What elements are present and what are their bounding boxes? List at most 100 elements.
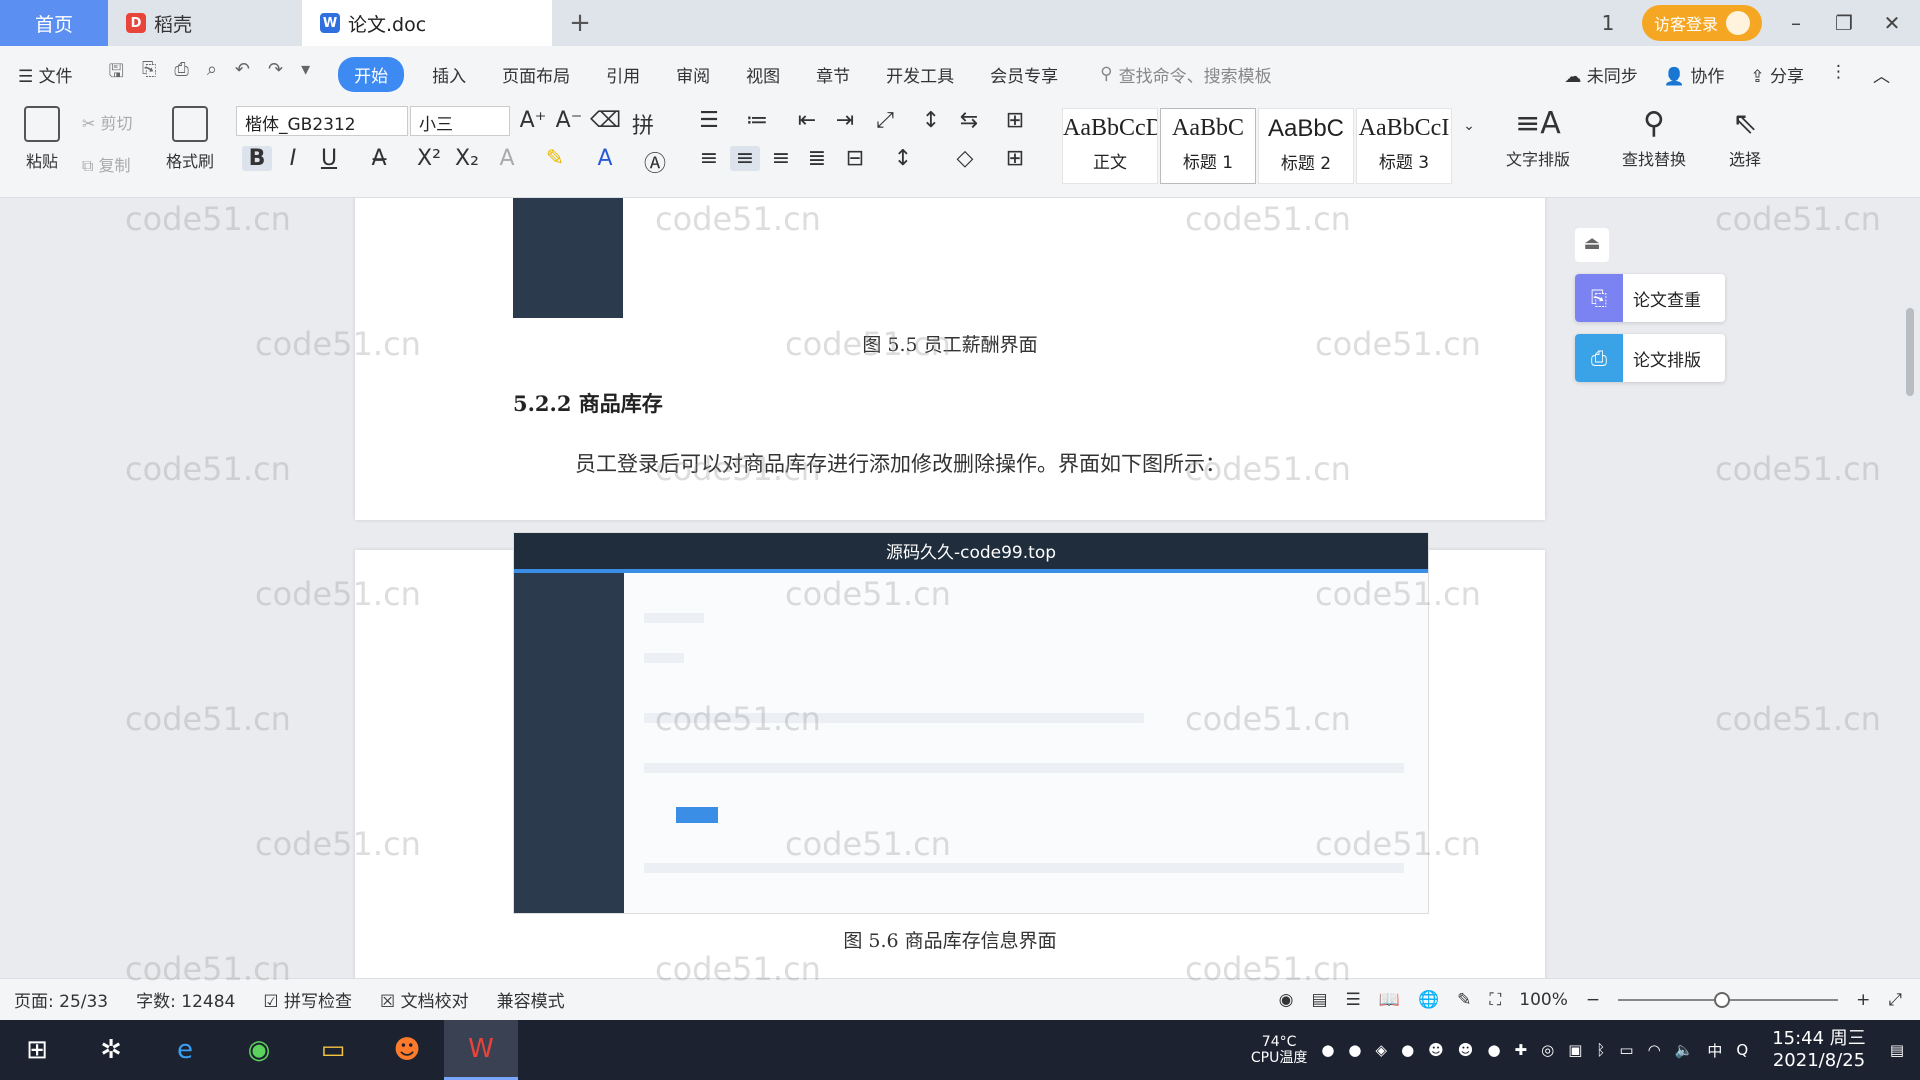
- clock[interactable]: 15:44 周三 2021/8/25: [1762, 1028, 1876, 1072]
- tab-stops-icon[interactable]: ⊞: [1000, 108, 1030, 133]
- more-icon[interactable]: ⋮: [1830, 62, 1847, 87]
- align-center-icon[interactable]: ≡: [730, 146, 760, 171]
- tray-app-icon[interactable]: ●: [1487, 1041, 1500, 1059]
- clear-format-icon[interactable]: ⌫: [590, 108, 621, 133]
- export-icon[interactable]: ⎘: [142, 59, 156, 89]
- scrollbar-thumb[interactable]: [1906, 308, 1914, 396]
- tab-start[interactable]: 开始: [338, 56, 405, 92]
- document-page[interactable]: 源码久久-code99.top 图 5.6 商品库存信息界面: [355, 532, 1545, 978]
- fit-page-icon[interactable]: ⛶: [1489, 990, 1501, 1010]
- file-explorer-icon[interactable]: ▭: [296, 1020, 370, 1080]
- tab-daoke[interactable]: D 稻壳: [108, 0, 302, 46]
- tray-app-icon[interactable]: ◎: [1541, 1041, 1554, 1059]
- thesis-layout-button[interactable]: ⎙ 论文排版: [1575, 334, 1725, 382]
- shading-icon[interactable]: ◇: [950, 146, 980, 171]
- zoom-out-icon[interactable]: −: [1586, 990, 1600, 1010]
- strikethrough-icon[interactable]: A̶: [364, 146, 394, 171]
- visitor-login-button[interactable]: 访客登录: [1641, 5, 1762, 41]
- file-menu[interactable]: ☰ 文件: [0, 62, 91, 87]
- spell-check-button[interactable]: ☑ 拼写检查: [249, 987, 366, 1012]
- tab-review[interactable]: 审阅: [658, 62, 728, 87]
- close-icon[interactable]: ✕: [1878, 11, 1906, 35]
- tray-app-icon[interactable]: ✚: [1515, 1041, 1528, 1059]
- tab-chapter[interactable]: 章节: [798, 62, 868, 87]
- borders-icon[interactable]: ⊞: [1000, 146, 1030, 171]
- tray-app-icon[interactable]: ●: [1401, 1041, 1414, 1059]
- distribute-icon[interactable]: ⊟: [840, 146, 870, 171]
- doc-proof-button[interactable]: ☒ 文档校对: [366, 987, 483, 1012]
- format-painter-button[interactable]: 格式刷: [158, 106, 222, 172]
- battery-icon[interactable]: ▭: [1619, 1041, 1633, 1059]
- tab-home[interactable]: 首页: [0, 0, 108, 46]
- underline-icon[interactable]: U: [314, 146, 344, 171]
- justify-icon[interactable]: ≣: [802, 146, 832, 171]
- collaborate-button[interactable]: 👤 协作: [1664, 62, 1725, 87]
- redo-icon[interactable]: ↷: [268, 59, 283, 89]
- phonetic-icon[interactable]: 拼: [628, 108, 658, 140]
- font-name-select[interactable]: 楷体_GB2312: [236, 106, 408, 136]
- vertical-scrollbar[interactable]: [1904, 198, 1916, 978]
- line-spacing-icon[interactable]: ↕: [888, 146, 918, 171]
- web-view-icon[interactable]: 🌐: [1418, 990, 1439, 1010]
- numbered-list-icon[interactable]: ≔: [742, 108, 772, 133]
- style-normal[interactable]: AaBbCcDc 正文: [1062, 108, 1158, 184]
- app-face-icon[interactable]: ☻: [370, 1020, 444, 1080]
- undo-icon[interactable]: ↶: [235, 59, 250, 89]
- zoom-slider[interactable]: [1618, 991, 1839, 1008]
- text-direction-icon[interactable]: ⤢: [870, 108, 900, 133]
- shrink-font-icon[interactable]: A⁻: [554, 108, 584, 133]
- highlight-icon[interactable]: ✎: [540, 146, 570, 171]
- bluetooth-icon[interactable]: ᛒ: [1596, 1041, 1605, 1059]
- minimize-icon[interactable]: –: [1782, 11, 1810, 35]
- tab-insert[interactable]: 插入: [414, 62, 484, 87]
- paste-button[interactable]: 粘贴: [12, 106, 72, 172]
- sync-status[interactable]: ☁ 未同步: [1564, 62, 1637, 87]
- browser-360-icon[interactable]: ◉: [222, 1020, 296, 1080]
- copy-button[interactable]: ⧉ 复制: [82, 152, 131, 176]
- font-size-select[interactable]: 小三: [410, 106, 510, 136]
- new-tab-button[interactable]: +: [560, 8, 600, 38]
- ime-indicator[interactable]: 中: [1707, 1040, 1722, 1061]
- increase-indent-icon[interactable]: ⇥: [830, 108, 860, 133]
- grow-font-icon[interactable]: A⁺: [518, 108, 548, 133]
- cpu-temp-widget[interactable]: 74°C CPU温度: [1251, 1034, 1307, 1066]
- zoom-slider-knob[interactable]: [1714, 991, 1731, 1008]
- zoom-level[interactable]: 100%: [1519, 990, 1568, 1010]
- word-count[interactable]: 字数: 12484: [122, 987, 249, 1012]
- wps-writer-icon[interactable]: W: [444, 1020, 518, 1080]
- reading-view-icon[interactable]: 📖: [1379, 990, 1400, 1010]
- select-button[interactable]: ⇖ 选择: [1710, 106, 1780, 170]
- fullscreen-icon[interactable]: ⤢: [1888, 990, 1902, 1010]
- document-page[interactable]: 图 5.5 员工薪酬界面 5.2.2 商品库存 员工登录后可以对商品库存进行添加…: [355, 198, 1545, 520]
- tray-app-icon[interactable]: ●: [1321, 1041, 1334, 1059]
- document-canvas[interactable]: 图 5.5 员工薪酬界面 5.2.2 商品库存 员工登录后可以对商品库存进行添加…: [0, 198, 1905, 978]
- notification-icon[interactable]: ▤: [1890, 1041, 1904, 1059]
- bold-icon[interactable]: B: [242, 146, 272, 171]
- write-mode-icon[interactable]: ✎: [1457, 990, 1471, 1010]
- zoom-in-icon[interactable]: +: [1856, 990, 1870, 1010]
- outline-view-icon[interactable]: ☰: [1346, 990, 1361, 1010]
- ie-browser-icon[interactable]: e: [148, 1020, 222, 1080]
- share-button[interactable]: ⇪ 分享: [1750, 62, 1804, 87]
- find-replace-button[interactable]: ⚲ 查找替换: [1606, 106, 1702, 170]
- align-right-icon[interactable]: ≡: [766, 146, 796, 171]
- plagiarism-check-button[interactable]: ⎘ 论文查重: [1575, 274, 1725, 322]
- volume-icon[interactable]: 🔈: [1675, 1041, 1694, 1059]
- align-left-icon[interactable]: ≡: [694, 146, 724, 171]
- collapse-ribbon-icon[interactable]: ︿: [1873, 62, 1890, 87]
- cut-button[interactable]: ✂ 剪切: [82, 110, 133, 134]
- nvidia-icon[interactable]: ▣: [1568, 1041, 1582, 1059]
- tab-view[interactable]: 视图: [728, 62, 798, 87]
- collapse-panel-icon[interactable]: ⏏: [1575, 228, 1609, 262]
- eye-protect-icon[interactable]: ◉: [1279, 990, 1294, 1010]
- command-search[interactable]: ⚲ 查找命令、搜索模板: [1100, 62, 1271, 87]
- page-indicator[interactable]: 页面: 25/33: [0, 987, 122, 1012]
- customize-icon[interactable]: ▾: [301, 59, 310, 89]
- subscript-icon[interactable]: X₂: [452, 146, 482, 171]
- qq-icon[interactable]: ☻: [1458, 1041, 1474, 1059]
- print-preview-icon[interactable]: ⌕: [207, 59, 217, 89]
- tab-document[interactable]: W 论文.doc: [302, 0, 552, 46]
- search-app-icon[interactable]: Q: [1736, 1041, 1748, 1059]
- print-icon[interactable]: ⎙: [174, 59, 188, 89]
- tab-member[interactable]: 会员专享: [972, 62, 1076, 87]
